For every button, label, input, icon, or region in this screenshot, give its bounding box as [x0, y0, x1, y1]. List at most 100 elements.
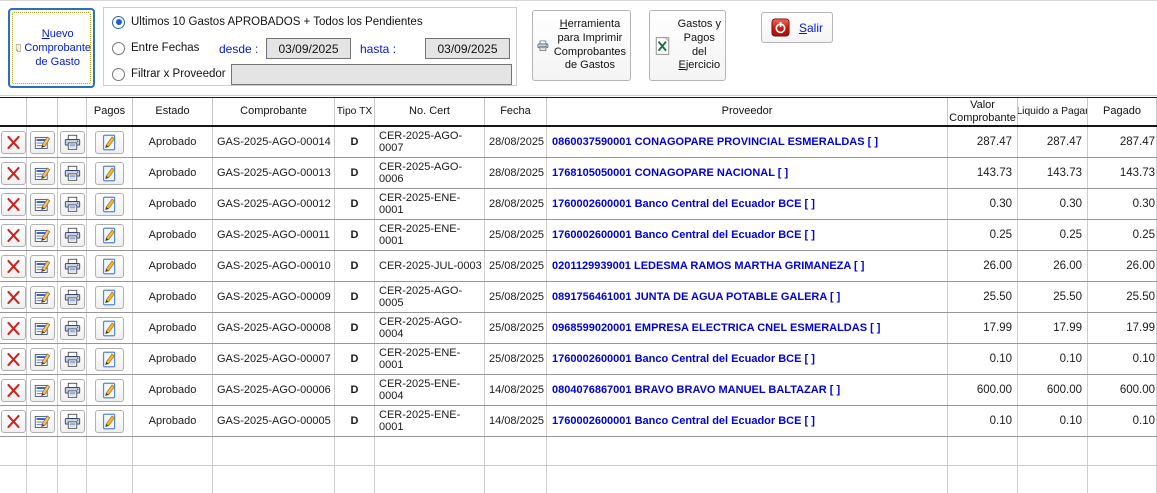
delete-x-icon: [5, 258, 22, 275]
edit-properties-button[interactable]: [30, 348, 55, 371]
print-row-button[interactable]: [60, 224, 85, 247]
print-row-button[interactable]: [60, 348, 85, 371]
cell-no-cert: CER-2025-AGO-0004: [375, 313, 485, 343]
cell-print: [58, 127, 87, 157]
cell-print: [58, 406, 87, 436]
printer-icon: [64, 289, 81, 306]
table-row: Aprobado GAS-2025-AGO-00008 D CER-2025-A…: [0, 313, 1157, 344]
empty-cell: [1018, 466, 1088, 493]
delete-row-button[interactable]: [1, 162, 26, 185]
delete-x-icon: [5, 289, 22, 306]
delete-row-button[interactable]: [1, 193, 26, 216]
new-document-icon: [15, 36, 21, 60]
edit-properties-button[interactable]: [30, 131, 55, 154]
form-pen-icon: [34, 413, 51, 430]
cell-print: [58, 220, 87, 250]
print-row-button[interactable]: [60, 131, 85, 154]
cell-properties: [27, 282, 58, 312]
new-expense-voucher-button[interactable]: Nuevo Comprobante de Gasto: [8, 8, 95, 88]
form-pen-icon: [34, 258, 51, 275]
cell-print: [58, 282, 87, 312]
payments-button[interactable]: [95, 162, 124, 185]
payments-button[interactable]: [95, 255, 124, 278]
cell-comprobante: GAS-2025-AGO-00011: [213, 220, 335, 250]
empty-cell: [375, 437, 485, 465]
edit-properties-button[interactable]: [30, 224, 55, 247]
cell-tipo-tx: D: [335, 220, 375, 250]
edit-note-icon: [101, 227, 118, 244]
payments-button[interactable]: [95, 131, 124, 154]
cell-pagos: [87, 375, 133, 405]
print-row-button[interactable]: [60, 379, 85, 402]
radio-filter-provider[interactable]: [112, 68, 125, 81]
cell-estado: Aprobado: [133, 313, 213, 343]
printer-icon: [64, 413, 81, 430]
cell-pagos: [87, 220, 133, 250]
print-row-button[interactable]: [60, 410, 85, 433]
delete-row-button[interactable]: [1, 286, 26, 309]
cell-no-cert: CER-2025-AGO-0007: [375, 127, 485, 157]
payments-button[interactable]: [95, 410, 124, 433]
printer-icon: [64, 134, 81, 151]
cell-tipo-tx: D: [335, 313, 375, 343]
cell-proveedor: 0968599020001 EMPRESA ELECTRICA CNEL ESM…: [547, 313, 948, 343]
payments-button[interactable]: [95, 317, 124, 340]
payments-button[interactable]: [95, 348, 124, 371]
cell-no-cert: CER-2025-AGO-0006: [375, 158, 485, 188]
payments-button[interactable]: [95, 379, 124, 402]
radio-last10[interactable]: [112, 16, 125, 29]
edit-properties-button[interactable]: [30, 162, 55, 185]
cell-no-cert: CER-2025-ENE-0001: [375, 220, 485, 250]
payments-button[interactable]: [95, 224, 124, 247]
table-body: Aprobado GAS-2025-AGO-00014 D CER-2025-A…: [0, 127, 1157, 493]
power-icon: [771, 18, 790, 37]
printer-icon: [64, 351, 81, 368]
cell-delete: [0, 375, 27, 405]
cell-comprobante: GAS-2025-AGO-00006: [213, 375, 335, 405]
cell-properties: [27, 344, 58, 374]
cell-valor-comprobante: 17.99: [948, 313, 1018, 343]
cell-tipo-tx: D: [335, 282, 375, 312]
delete-x-icon: [5, 382, 22, 399]
delete-row-button[interactable]: [1, 317, 26, 340]
print-row-button[interactable]: [60, 193, 85, 216]
empty-cell: [133, 466, 213, 493]
header-props-col: [27, 98, 58, 125]
delete-row-button[interactable]: [1, 131, 26, 154]
cell-tipo-tx: D: [335, 189, 375, 219]
edit-properties-button[interactable]: [30, 193, 55, 216]
print-row-button[interactable]: [60, 286, 85, 309]
payments-button[interactable]: [95, 286, 124, 309]
cell-liquido-a-pagar: 287.47: [1018, 127, 1088, 157]
print-vouchers-tool-button[interactable]: Herramienta para Imprimir Comprobantes d…: [532, 10, 631, 81]
edit-properties-button[interactable]: [30, 317, 55, 340]
expenses-payments-label: Gastos y Pagos del Ejercicio: [677, 18, 722, 73]
cell-properties: [27, 127, 58, 157]
print-row-button[interactable]: [60, 162, 85, 185]
expenses-payments-exercise-button[interactable]: Gastos y Pagos del Ejercicio: [649, 10, 726, 81]
delete-x-icon: [5, 196, 22, 213]
cell-pagado: 0.10: [1088, 406, 1157, 436]
cell-estado: Aprobado: [133, 127, 213, 157]
delete-row-button[interactable]: [1, 410, 26, 433]
empty-cell: [1018, 437, 1088, 465]
edit-properties-button[interactable]: [30, 286, 55, 309]
payments-button[interactable]: [95, 193, 124, 216]
edit-properties-button[interactable]: [30, 379, 55, 402]
edit-properties-button[interactable]: [30, 255, 55, 278]
print-row-button[interactable]: [60, 317, 85, 340]
desde-date-field[interactable]: 03/09/2025: [266, 38, 351, 59]
delete-row-button[interactable]: [1, 348, 26, 371]
exit-button[interactable]: Salir: [761, 12, 833, 43]
delete-row-button[interactable]: [1, 224, 26, 247]
cell-fecha: 28/08/2025: [485, 158, 547, 188]
delete-row-button[interactable]: [1, 255, 26, 278]
cell-valor-comprobante: 0.10: [948, 406, 1018, 436]
edit-properties-button[interactable]: [30, 410, 55, 433]
hasta-date-field[interactable]: 03/09/2025: [425, 38, 510, 59]
radio-between-dates[interactable]: [112, 42, 125, 55]
edit-note-icon: [101, 258, 118, 275]
delete-row-button[interactable]: [1, 379, 26, 402]
print-row-button[interactable]: [60, 255, 85, 278]
provider-filter-input[interactable]: [231, 64, 512, 85]
